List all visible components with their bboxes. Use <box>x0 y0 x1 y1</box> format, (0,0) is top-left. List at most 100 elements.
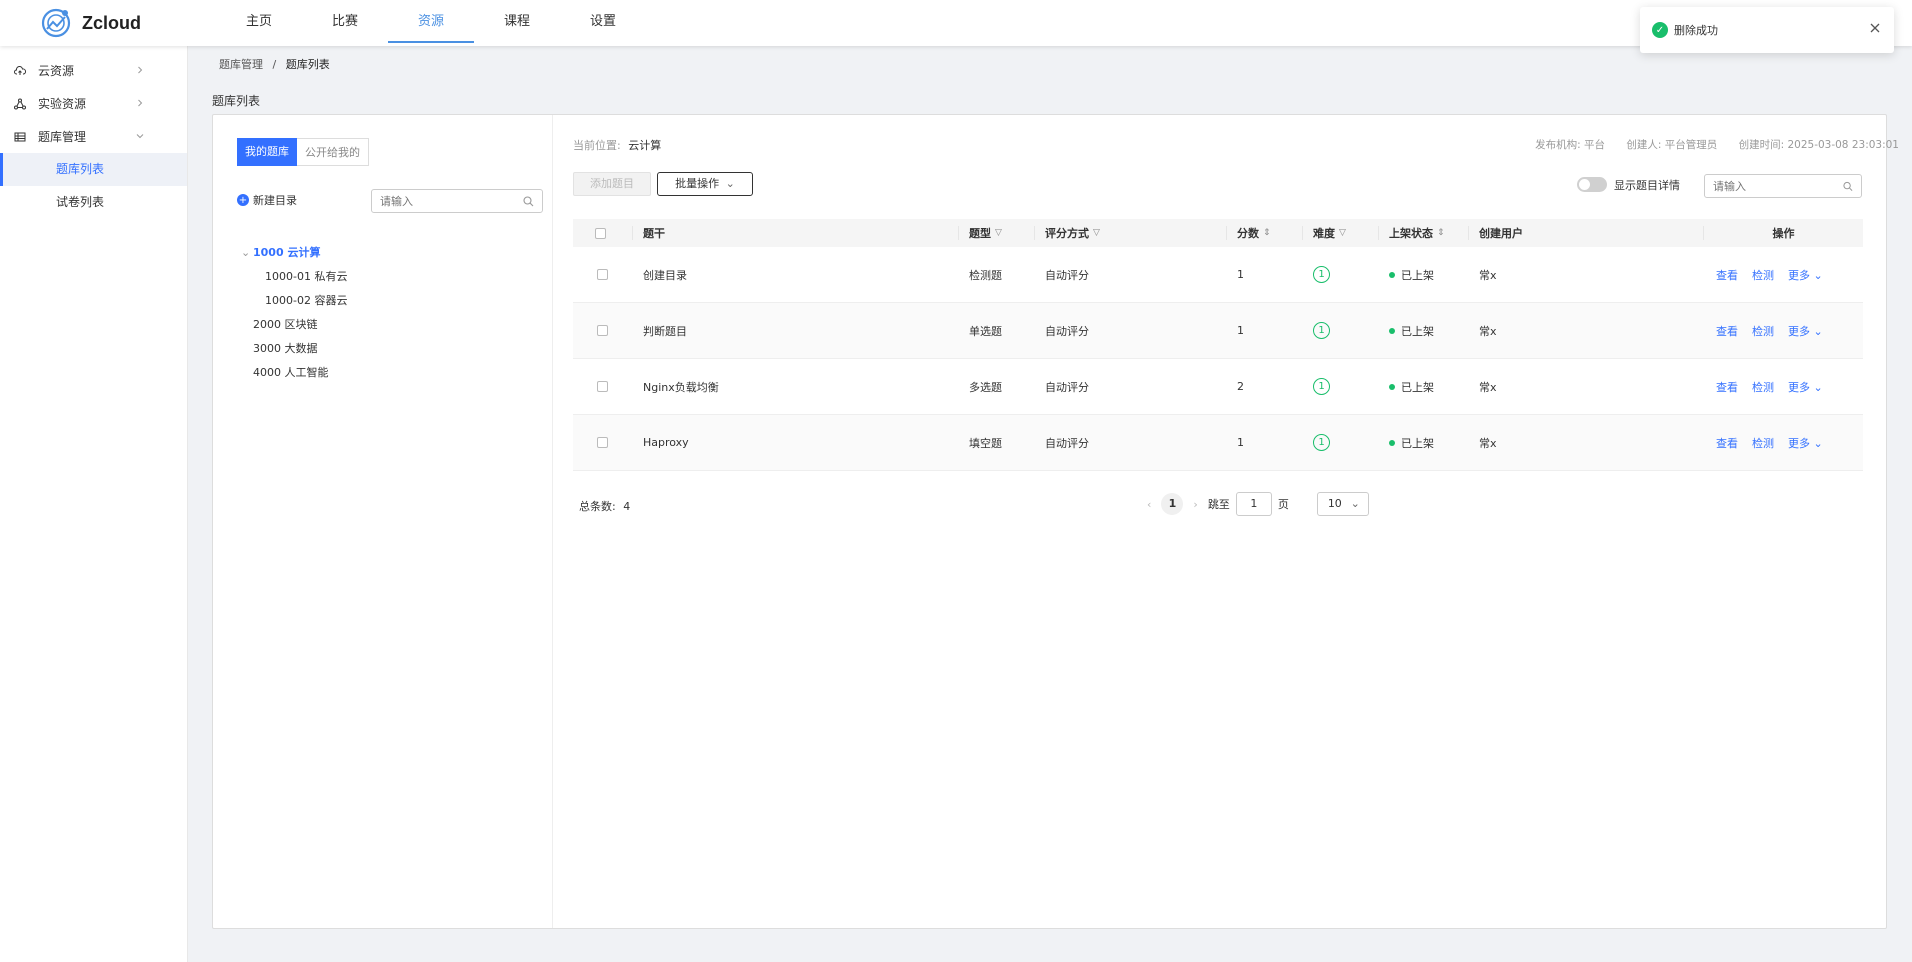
row-checkbox[interactable] <box>597 325 608 336</box>
logo[interactable]: Zcloud <box>38 5 141 41</box>
row-checkbox[interactable] <box>597 381 608 392</box>
tree-node-cloud-computing[interactable]: ⌄ 1000 云计算 <box>241 241 347 265</box>
cell-scoring: 自动评分 <box>1035 247 1227 302</box>
view-action-label: 查看 <box>1716 436 1738 450</box>
batch-operation-button[interactable]: 批量操作 ⌄ <box>657 172 753 196</box>
top-navbar: Zcloud 主页 比赛 资源 课程 设置 <box>0 0 1912 46</box>
breadcrumb-current: 题库列表 <box>285 58 330 71</box>
tab-my-bank[interactable]: 我的题库 <box>237 138 297 166</box>
cell-score-text: 1 <box>1237 436 1244 449</box>
cell-score-text: 1 <box>1237 324 1244 337</box>
chevron-right-icon <box>138 66 143 74</box>
check-action-label: 检测 <box>1752 380 1774 394</box>
close-icon[interactable] <box>1868 21 1882 35</box>
cell-status: 已上架 <box>1379 247 1469 302</box>
search-icon[interactable] <box>523 195 534 207</box>
filter-icon[interactable]: ▽ <box>1093 228 1100 238</box>
tree-node-private-cloud[interactable]: 1000-01 私有云 <box>241 265 347 289</box>
view-action[interactable]: 查看 <box>1716 267 1738 283</box>
more-action[interactable]: 更多 ⌄ <box>1788 267 1823 283</box>
prev-page-icon[interactable]: ‹ <box>1147 498 1151 511</box>
filter-icon[interactable]: ▽ <box>995 228 1002 238</box>
nav-settings[interactable]: 设置 <box>560 0 646 43</box>
add-question-button[interactable]: 添加题目 <box>573 172 651 196</box>
header-status[interactable]: 上架状态 ⇕ <box>1379 226 1469 240</box>
check-action[interactable]: 检测 <box>1752 267 1774 283</box>
header-label: 难度 <box>1313 227 1335 240</box>
more-action[interactable]: 更多 ⌄ <box>1788 379 1823 395</box>
sidebar-item-question-bank[interactable]: 题库管理 <box>0 120 187 153</box>
next-page-icon[interactable]: › <box>1193 498 1197 511</box>
nav-competition[interactable]: 比赛 <box>302 0 388 43</box>
sidebar-item-cloud-resources[interactable]: 云资源 <box>0 54 187 87</box>
row-checkbox[interactable] <box>597 437 608 448</box>
chevron-down-icon: ⌄ <box>1350 497 1360 510</box>
new-directory-button[interactable]: + 新建目录 <box>237 192 297 208</box>
current-page[interactable]: 1 <box>1161 493 1184 515</box>
cell-creator: 常x <box>1469 247 1704 302</box>
sidebar-item-paper-list[interactable]: 试卷列表 <box>0 186 187 219</box>
more-action-label: 更多 <box>1788 436 1810 450</box>
nav-home[interactable]: 主页 <box>216 0 302 43</box>
view-action[interactable]: 查看 <box>1716 323 1738 339</box>
more-action-label: 更多 <box>1788 380 1810 394</box>
header-difficulty[interactable]: 难度 ▽ <box>1303 226 1379 240</box>
status-dot-icon <box>1389 439 1395 446</box>
cell-difficulty: 1 <box>1303 247 1379 302</box>
tree-node-ai[interactable]: 4000 人工智能 <box>241 361 347 385</box>
cell-scoring: 自动评分 <box>1035 415 1227 470</box>
header-label: 创建用户 <box>1479 227 1523 240</box>
header-label: 分数 <box>1237 227 1259 240</box>
header-score[interactable]: 分数 ⇕ <box>1227 226 1303 240</box>
question-pane: 当前位置: 云计算 发布机构: 平台 创建人: 平台管理员 创建时间: 2025… <box>573 115 1899 928</box>
check-action[interactable]: 检测 <box>1752 323 1774 339</box>
directory-search-input[interactable] <box>380 194 510 208</box>
jump-page-input[interactable]: 1 <box>1235 492 1272 516</box>
sort-icon[interactable]: ⇕ <box>1437 228 1445 238</box>
header-type[interactable]: 题型 ▽ <box>959 226 1035 240</box>
tree-node-blockchain[interactable]: 2000 区块链 <box>241 313 347 337</box>
sidebar-item-question-list[interactable]: 题库列表 <box>0 153 187 186</box>
nav-resources[interactable]: 资源 <box>388 0 474 43</box>
view-action[interactable]: 查看 <box>1716 435 1738 451</box>
search-icon[interactable] <box>1843 181 1853 192</box>
app-name: Zcloud <box>82 12 141 33</box>
cell-score-text: 1 <box>1237 268 1244 281</box>
status-text: 已上架 <box>1401 436 1434 450</box>
sidebar-item-lab-resources[interactable]: 实验资源 <box>0 87 187 120</box>
difficulty-badge: 1 <box>1313 434 1330 451</box>
page-size-select[interactable]: 10 ⌄ <box>1316 492 1369 516</box>
select-all-checkbox[interactable] <box>595 227 606 239</box>
question-search-input[interactable] <box>1713 179 1843 193</box>
more-action[interactable]: 更多 ⌄ <box>1788 323 1823 339</box>
filter-icon[interactable]: ▽ <box>1339 228 1346 238</box>
sidebar-item-label: 题库管理 <box>38 130 87 144</box>
tree-node-container-cloud[interactable]: 1000-02 容器云 <box>241 289 347 313</box>
tree-node-big-data[interactable]: 3000 大数据 <box>241 337 347 361</box>
breadcrumb-parent[interactable]: 题库管理 <box>219 58 263 71</box>
question-search <box>1704 174 1862 198</box>
header-scoring[interactable]: 评分方式 ▽ <box>1035 226 1227 240</box>
view-action[interactable]: 查看 <box>1716 379 1738 395</box>
cell-type: 多选题 <box>959 359 1035 414</box>
creator: 创建人: 平台管理员 <box>1626 139 1718 151</box>
status-text: 已上架 <box>1401 380 1434 394</box>
list-table-icon <box>14 132 26 141</box>
cell-scoring: 自动评分 <box>1035 359 1227 414</box>
show-detail-toggle[interactable] <box>1577 177 1607 192</box>
more-action[interactable]: 更多 ⌄ <box>1788 435 1823 451</box>
sort-icon[interactable]: ⇕ <box>1263 228 1271 238</box>
tab-public-to-me[interactable]: 公开给我的 <box>297 138 369 166</box>
check-action[interactable]: 检测 <box>1752 435 1774 451</box>
row-checkbox[interactable] <box>597 269 608 280</box>
jump-label: 跳至 <box>1207 498 1230 511</box>
tree-node-label: 2000 区块链 <box>253 318 318 331</box>
show-detail-label: 显示题目详情 <box>1614 179 1680 192</box>
header-select-all <box>573 226 633 240</box>
nav-courses[interactable]: 课程 <box>474 0 560 43</box>
check-action[interactable]: 检测 <box>1752 379 1774 395</box>
cell-stem: Haproxy <box>633 415 959 470</box>
cell-actions: 查看 检测 更多 ⌄ <box>1704 415 1863 470</box>
share-nodes-icon <box>14 98 26 109</box>
cell-type-text: 单选题 <box>969 324 1002 338</box>
